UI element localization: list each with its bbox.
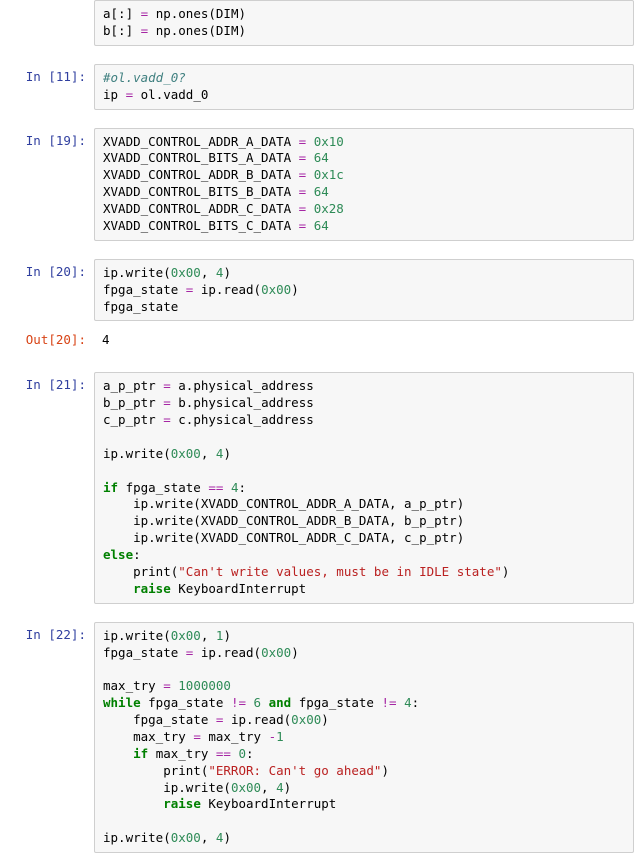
- code-cell: In [19]:XVADD_CONTROL_ADDR_A_DATA = 0x10…: [0, 128, 634, 241]
- output-cell: Out[20]:4: [0, 327, 634, 354]
- input-prompt: In [19]:: [0, 128, 94, 154]
- input-prompt: In [11]:: [0, 64, 94, 90]
- code-input[interactable]: #ol.vadd_0? ip = ol.vadd_0: [94, 64, 634, 110]
- code-input[interactable]: XVADD_CONTROL_ADDR_A_DATA = 0x10 XVADD_C…: [94, 128, 634, 241]
- input-prompt: In [20]:: [0, 259, 94, 285]
- code-cell: In [21]:a_p_ptr = a.physical_address b_p…: [0, 372, 634, 603]
- code-input[interactable]: a_p_ptr = a.physical_address b_p_ptr = b…: [94, 372, 634, 603]
- notebook-container: a[:] = np.ones(DIM) b[:] = np.ones(DIM)I…: [0, 0, 634, 853]
- output-prompt: Out[20]:: [0, 327, 94, 353]
- code-input[interactable]: ip.write(0x00, 4) fpga_state = ip.read(0…: [94, 259, 634, 322]
- code-input[interactable]: ip.write(0x00, 1) fpga_state = ip.read(0…: [94, 622, 634, 853]
- output-area: 4: [94, 327, 634, 354]
- code-cell: In [20]:ip.write(0x00, 4) fpga_state = i…: [0, 259, 634, 322]
- input-prompt: In [21]:: [0, 372, 94, 398]
- input-prompt: In [22]:: [0, 622, 94, 648]
- code-input[interactable]: a[:] = np.ones(DIM) b[:] = np.ones(DIM): [94, 0, 634, 46]
- code-cell: In [22]:ip.write(0x00, 1) fpga_state = i…: [0, 622, 634, 853]
- code-cell: In [11]:#ol.vadd_0? ip = ol.vadd_0: [0, 64, 634, 110]
- input-prompt: [0, 0, 94, 10]
- code-cell: a[:] = np.ones(DIM) b[:] = np.ones(DIM): [0, 0, 634, 46]
